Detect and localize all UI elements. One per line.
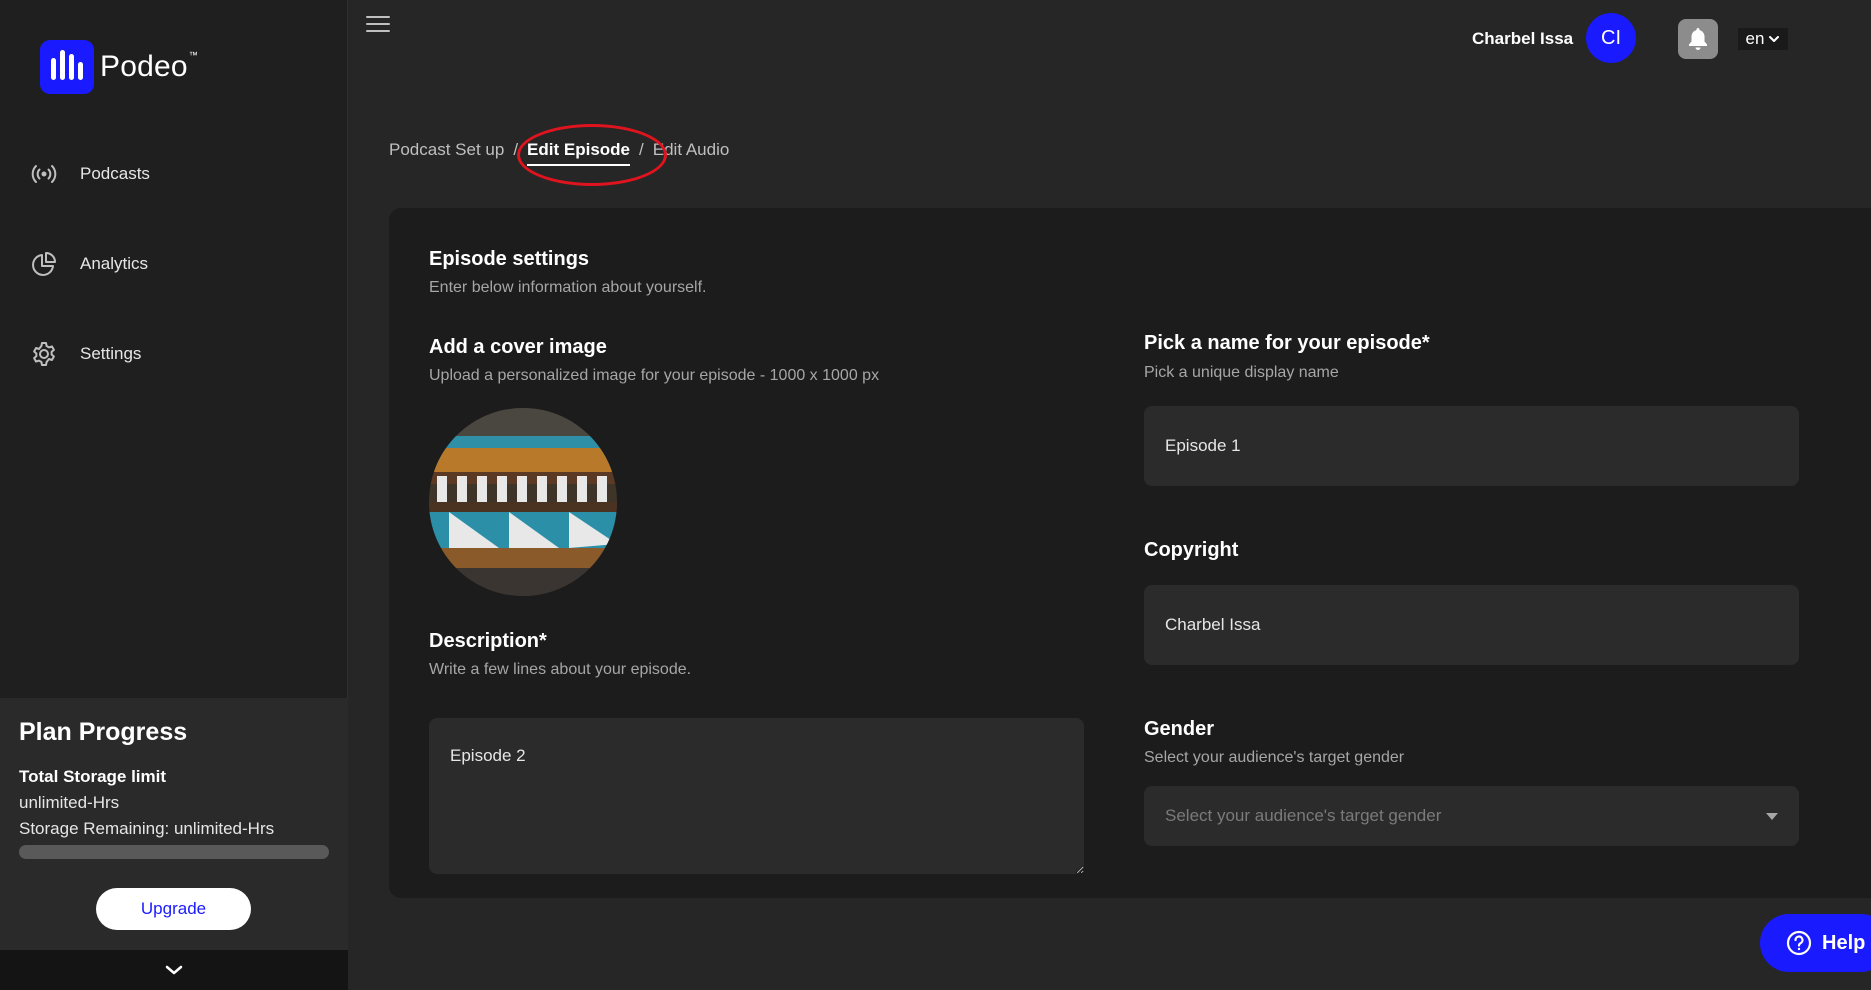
brand-logo[interactable]: Podeo™: [40, 40, 198, 94]
plan-title: Plan Progress: [19, 718, 188, 746]
episode-name-hint: Pick a unique display name: [1144, 364, 1339, 381]
plan-progress-panel: Plan Progress Total Storage limit unlimi…: [0, 698, 348, 950]
language-value: en: [1745, 29, 1765, 48]
hamburger-icon: [366, 16, 390, 18]
storage-progress-bar: [19, 845, 329, 859]
description-hint: Write a few lines about your episode.: [429, 661, 692, 678]
bell-icon: [1689, 28, 1707, 50]
storage-limit-title: Total Storage limit: [19, 767, 167, 786]
sidebar-item-label: Podcasts: [80, 164, 150, 183]
cover-image-upload[interactable]: [429, 408, 617, 596]
help-label: Help: [1822, 931, 1866, 954]
gender-label: Gender: [1144, 718, 1215, 740]
cover-image-label: Add a cover image: [429, 336, 607, 358]
language-select[interactable]: en: [1738, 28, 1788, 50]
chevron-down-icon: [165, 965, 183, 975]
description-textarea[interactable]: Episode 2: [429, 718, 1084, 874]
gear-icon: [33, 342, 55, 366]
user-name[interactable]: Charbel Issa: [1472, 29, 1573, 49]
question-icon: [1786, 930, 1812, 956]
sidebar-item-analytics[interactable]: Analytics: [0, 234, 348, 294]
gender-hint: Select your audience's target gender: [1144, 749, 1405, 766]
help-button[interactable]: Help: [1760, 914, 1871, 972]
gender-select-placeholder: Select your audience's target gender: [1165, 806, 1442, 825]
upgrade-button[interactable]: Upgrade: [96, 888, 251, 930]
podeo-logo-icon: [40, 40, 94, 94]
sidebar: Podeo™ Podcasts Analytics Settings Plan …: [0, 0, 348, 990]
storage-limit-value: unlimited-Hrs: [19, 793, 120, 812]
copyright-input[interactable]: [1144, 585, 1799, 665]
cover-image-thumbnail: [429, 408, 617, 596]
chevron-down-icon: [1769, 36, 1780, 42]
avatar[interactable]: CI: [1586, 13, 1636, 63]
episode-name-input[interactable]: [1144, 406, 1799, 486]
caret-down-icon: [1766, 812, 1778, 820]
sidebar-item-settings[interactable]: Settings: [0, 324, 348, 384]
pie-chart-icon: [32, 252, 56, 276]
sidebar-nav: Podcasts Analytics Settings: [0, 144, 348, 414]
sidebar-collapse-toggle[interactable]: [0, 950, 348, 990]
sidebar-item-label: Analytics: [80, 254, 149, 273]
cover-image-hint: Upload a personalized image for your epi…: [429, 367, 880, 384]
gender-select[interactable]: Select your audience's target gender: [1144, 786, 1799, 846]
notifications-button[interactable]: [1678, 19, 1718, 59]
sidebar-item-podcasts[interactable]: Podcasts: [0, 144, 348, 204]
page-subtitle: Enter below information about yourself.: [429, 279, 707, 296]
description-label: Description*: [429, 630, 547, 652]
annotation-highlight-ring: [517, 124, 667, 186]
sidebar-item-label: Settings: [80, 344, 142, 363]
menu-toggle-button[interactable]: [366, 16, 390, 34]
episode-settings-card: Episode settings Enter below information…: [389, 208, 1871, 898]
app-root: Podeo™ Podcasts Analytics Settings Plan …: [0, 0, 1871, 990]
broadcast-icon: [31, 165, 57, 183]
episode-name-label: Pick a name for your episode*: [1144, 332, 1430, 354]
brand-name: Podeo™: [100, 50, 198, 83]
storage-remaining: Storage Remaining: unlimited-Hrs: [19, 819, 275, 838]
page-title: Episode settings: [429, 248, 590, 270]
copyright-label: Copyright: [1144, 539, 1239, 561]
breadcrumb-podcast-setup[interactable]: Podcast Set up: [389, 140, 504, 160]
